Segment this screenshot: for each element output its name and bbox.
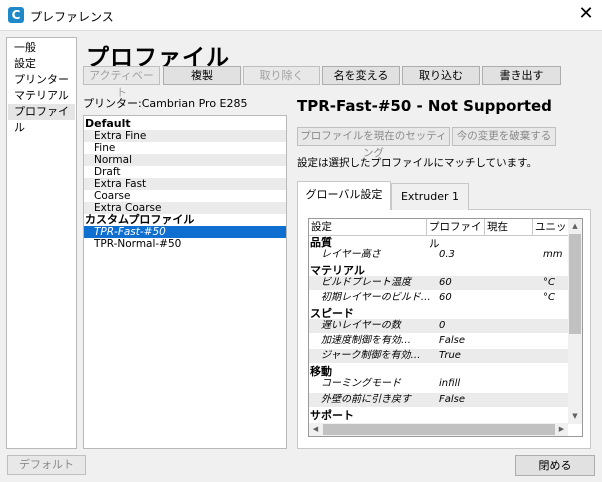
vertical-scroll-thumb[interactable] bbox=[569, 234, 581, 334]
nav-item-general[interactable]: 一般 bbox=[8, 40, 75, 56]
profile-item-selected[interactable]: TPR-Fast-#50 bbox=[84, 226, 286, 238]
match-message: 設定は選択したプロファイルにマッチしています。 bbox=[297, 157, 538, 169]
activate-button[interactable]: アクティベート bbox=[83, 66, 160, 99]
custom-section-header: カスタムプロファイル bbox=[85, 213, 195, 226]
profile-item[interactable]: TPR-Normal-#50 bbox=[84, 238, 286, 250]
setting-value: 60 bbox=[439, 292, 452, 303]
profile-item[interactable]: Normal bbox=[84, 154, 286, 166]
cura-app-icon: C bbox=[8, 7, 24, 23]
scroll-down-arrow-icon[interactable]: ▼ bbox=[568, 409, 582, 423]
setting-name: ジャーク制御を有効… bbox=[321, 350, 421, 361]
profile-item[interactable]: Coarse bbox=[84, 190, 286, 202]
discard-changes-button[interactable]: 今の変更を破棄する bbox=[452, 127, 556, 146]
nav-item-materials[interactable]: マテリアル bbox=[8, 88, 75, 104]
profile-item[interactable]: Extra Fine bbox=[84, 130, 286, 142]
profile-item[interactable]: Extra Fast bbox=[84, 178, 286, 190]
setting-name: 加速度制御を有効… bbox=[321, 335, 411, 346]
tab-global-settings[interactable]: グローバル設定 bbox=[297, 181, 391, 210]
setting-name: 初期レイヤーのビルド… bbox=[321, 292, 431, 303]
setting-unit: mm bbox=[543, 249, 563, 260]
table-row: 遅いレイヤーの数 0 bbox=[309, 319, 569, 333]
scroll-right-arrow-icon[interactable]: ▶ bbox=[555, 423, 568, 436]
table-row: 加速度制御を有効… False bbox=[309, 334, 569, 348]
column-header-unit[interactable]: ユニット bbox=[533, 219, 573, 236]
profile-item[interactable]: Fine bbox=[84, 142, 286, 154]
window-close-icon[interactable]: ✕ bbox=[576, 4, 596, 24]
profile-item[interactable]: Draft bbox=[84, 166, 286, 178]
nav-item-settings[interactable]: 設定 bbox=[8, 56, 75, 72]
default-section-header: Default bbox=[85, 117, 131, 130]
table-row: 初期レイヤーのビルド… 60 °C bbox=[309, 291, 569, 305]
import-button[interactable]: 取り込む bbox=[402, 66, 480, 85]
preferences-nav: 一般 設定 プリンター マテリアル プロファイル bbox=[6, 37, 77, 449]
table-row: ビルドプレート温度 60 °C bbox=[309, 276, 569, 290]
tab-extruder-1[interactable]: Extruder 1 bbox=[391, 183, 469, 210]
setting-value: 0.3 bbox=[439, 249, 455, 260]
nav-item-printers[interactable]: プリンター bbox=[8, 72, 75, 88]
setting-name: コーミングモード bbox=[321, 378, 401, 389]
setting-name: 遅いレイヤーの数 bbox=[321, 320, 401, 331]
title-divider bbox=[0, 30, 602, 31]
setting-value: 60 bbox=[439, 277, 452, 288]
setting-value: 0 bbox=[439, 320, 446, 331]
rename-button[interactable]: 名を変える bbox=[322, 66, 400, 85]
table-row: ジャーク制御を有効… True bbox=[309, 349, 569, 363]
remove-button[interactable]: 取り除く bbox=[243, 66, 320, 85]
close-button[interactable]: 閉める bbox=[515, 455, 595, 476]
profile-heading: TPR-Fast-#50 - Not Supported bbox=[297, 97, 552, 115]
column-header-profile[interactable]: プロファイル bbox=[427, 219, 485, 250]
scroll-left-arrow-icon[interactable]: ◀ bbox=[309, 423, 322, 436]
scroll-up-arrow-icon[interactable]: ▲ bbox=[568, 219, 582, 233]
setting-value: False bbox=[439, 335, 466, 346]
table-row: コーミングモード infill bbox=[309, 377, 569, 391]
printer-label: プリンター:Cambrian Pro E285 bbox=[83, 97, 248, 110]
update-profile-button[interactable]: プロファイルを現在のセッティング bbox=[297, 127, 450, 159]
setting-name: ビルドプレート温度 bbox=[321, 277, 411, 288]
table-row: レイヤー高さ 0.3 mm bbox=[309, 248, 569, 262]
settings-table: 設定 プロファイル 現在 ユニット 品質 レイヤー高さ 0.3 mm マテリアル… bbox=[308, 218, 583, 437]
setting-value: False bbox=[439, 394, 466, 405]
window-title: プレファレンス bbox=[30, 10, 114, 24]
export-button[interactable]: 書き出す bbox=[482, 66, 561, 85]
setting-value: True bbox=[439, 350, 461, 361]
table-row: 外壁の前に引き戻す False bbox=[309, 393, 569, 407]
setting-unit: °C bbox=[543, 277, 555, 288]
profile-list: Default Extra Fine Fine Normal Draft Ext… bbox=[83, 115, 287, 449]
setting-unit: °C bbox=[543, 292, 555, 303]
nav-item-profiles[interactable]: プロファイル bbox=[8, 104, 75, 134]
category-support: サポート bbox=[310, 409, 354, 422]
setting-value: infill bbox=[439, 378, 461, 389]
duplicate-button[interactable]: 複製 bbox=[163, 66, 241, 85]
column-header-setting[interactable]: 設定 bbox=[309, 219, 427, 236]
horizontal-scroll-thumb[interactable] bbox=[323, 424, 555, 435]
setting-name: 外壁の前に引き戻す bbox=[321, 394, 411, 405]
column-header-current[interactable]: 現在 bbox=[485, 219, 533, 236]
setting-name: レイヤー高さ bbox=[321, 249, 381, 260]
defaults-button[interactable]: デフォルト bbox=[7, 455, 86, 475]
